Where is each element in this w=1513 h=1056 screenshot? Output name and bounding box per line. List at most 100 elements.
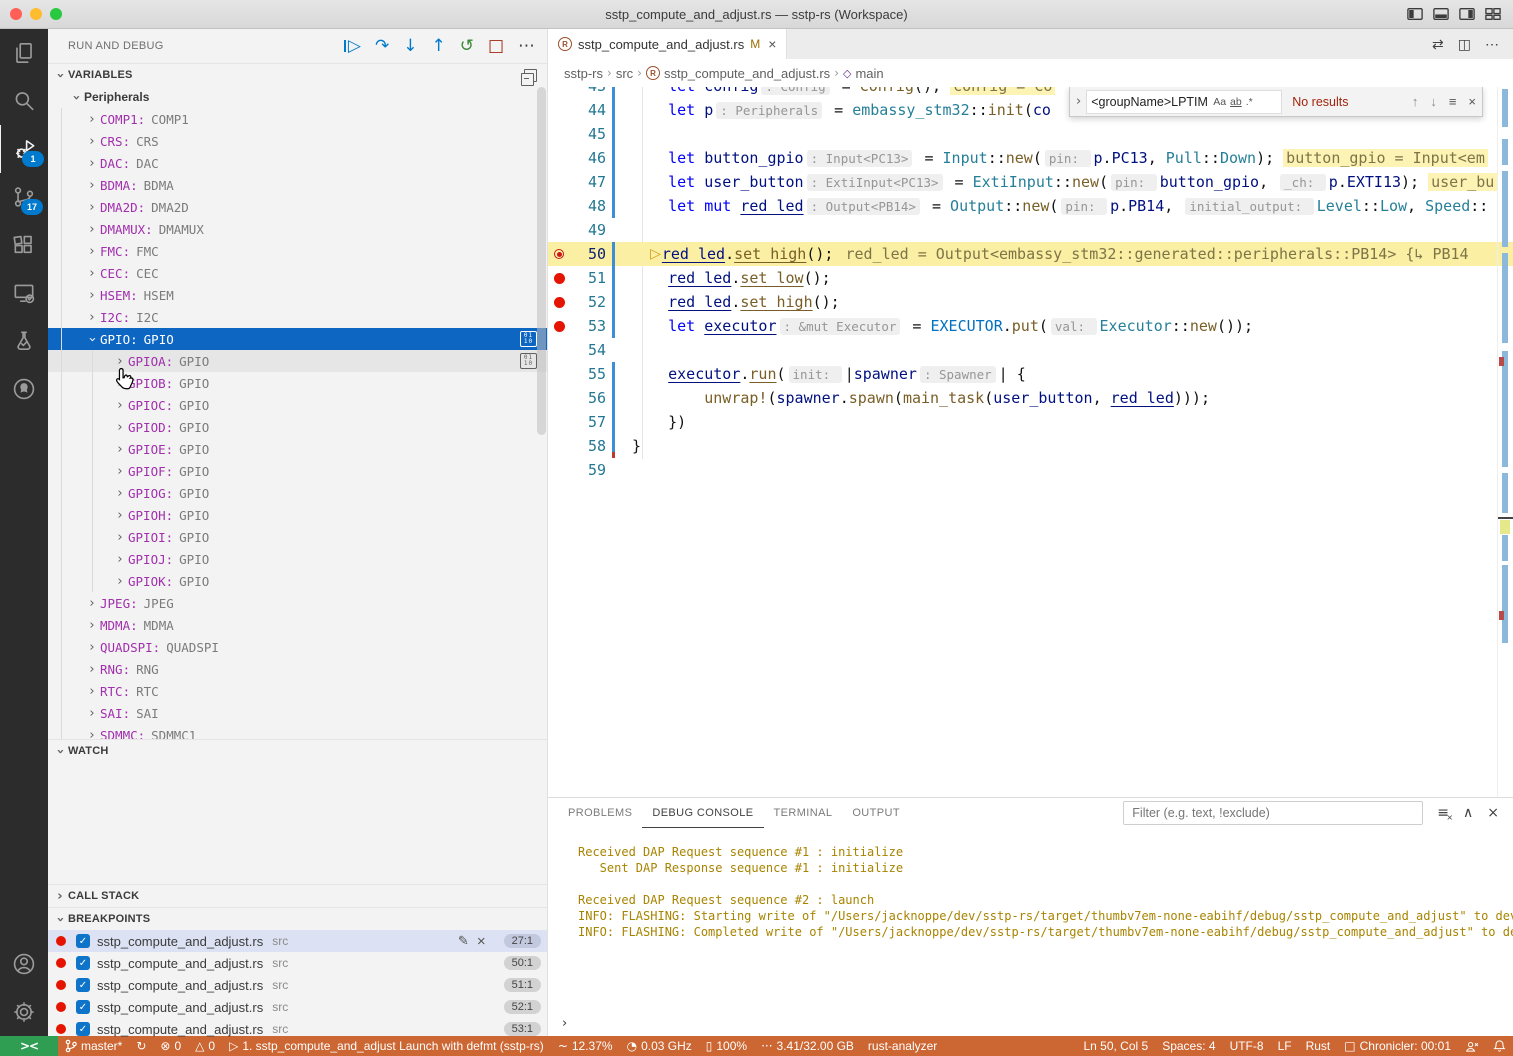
console-filter-input[interactable]: [1123, 801, 1423, 825]
remote-explorer-button[interactable]: [0, 269, 48, 317]
status-item-rust-analyzer-status[interactable]: rust-analyzer: [861, 1036, 944, 1056]
breakpoint-row[interactable]: ✓sstp_compute_and_adjust.rssrc53:1: [48, 1018, 547, 1040]
close-panel-icon[interactable]: ×: [1487, 805, 1499, 821]
code-line[interactable]: 51 red_led.set_low();: [548, 266, 1513, 290]
stop-icon[interactable]: □: [488, 38, 504, 55]
watch-section-header[interactable]: › WATCH: [48, 739, 547, 762]
variable-row[interactable]: ›QUADSPI:QUADSPI: [48, 636, 547, 658]
testing-button[interactable]: [0, 317, 48, 365]
variable-row[interactable]: ›GPIOG:GPIO: [48, 482, 547, 504]
breakpoint-checkbox[interactable]: ✓: [76, 1000, 90, 1014]
explorer-button[interactable]: [0, 29, 48, 77]
more-actions-icon[interactable]: ⋯: [518, 38, 535, 55]
collapse-all-icon[interactable]: [524, 69, 537, 82]
open-changes-icon[interactable]: ⇄: [1432, 36, 1444, 53]
panel-tab-output[interactable]: OUTPUT: [842, 799, 910, 828]
close-tab-icon[interactable]: ×: [768, 36, 776, 52]
toggle-secondary-sidebar-icon[interactable]: [1459, 7, 1475, 21]
code-line[interactable]: 56 unwrap!(spawner.spawn(main_task(user_…: [548, 386, 1513, 410]
variable-row[interactable]: ›GPIO:GPIO01 10: [48, 328, 547, 350]
maximize-panel-icon[interactable]: ∧: [1463, 805, 1473, 821]
github-button[interactable]: [0, 365, 48, 413]
sidebar-scrollbar[interactable]: [537, 87, 546, 435]
code-line[interactable]: 54: [548, 338, 1513, 362]
panel-tab-terminal[interactable]: TERMINAL: [764, 799, 843, 828]
panel-tab-problems[interactable]: PROBLEMS: [558, 799, 642, 828]
call-stack-section-header[interactable]: › CALL STACK: [48, 884, 547, 907]
variable-row[interactable]: ›GPIOD:GPIO: [48, 416, 547, 438]
status-item-battery[interactable]: ▯100%: [699, 1036, 754, 1056]
breakpoint-row[interactable]: ✓sstp_compute_and_adjust.rssrc52:1: [48, 996, 547, 1018]
status-item-indentation[interactable]: Spaces: 4: [1155, 1036, 1222, 1056]
more-actions-icon[interactable]: ⋯: [1485, 36, 1499, 53]
variable-row[interactable]: ›GPIOC:GPIO: [48, 394, 547, 416]
status-item-feedback[interactable]: [1458, 1036, 1486, 1056]
remove-breakpoint-icon[interactable]: ×: [477, 933, 486, 950]
status-item-eol[interactable]: LF: [1271, 1036, 1299, 1056]
variable-row[interactable]: ›COMP1:COMP1: [48, 108, 547, 130]
variable-row[interactable]: ›CRS:CRS: [48, 130, 547, 152]
variable-row[interactable]: ›GPIOA:GPIO01 10: [48, 350, 547, 372]
breadcrumb-item[interactable]: Rsstp_compute_and_adjust.rs: [646, 66, 830, 81]
variable-row[interactable]: ›GPIOK:GPIO: [48, 570, 547, 592]
status-item-cursor-position[interactable]: Ln 50, Col 5: [1076, 1036, 1155, 1056]
variable-row[interactable]: ›SDMMC:SDMMC1: [48, 724, 547, 739]
variable-row[interactable]: ›GPIOJ:GPIO: [48, 548, 547, 570]
code-line[interactable]: 53 let executor: &mut Executor = EXECUTO…: [548, 314, 1513, 338]
variable-row[interactable]: ›MDMA:MDMA: [48, 614, 547, 636]
binary-view-icon[interactable]: 01 10: [520, 353, 537, 369]
run-and-debug-button[interactable]: 1: [0, 125, 49, 173]
status-item-notifications[interactable]: [1486, 1036, 1513, 1056]
breakpoint-checkbox[interactable]: ✓: [76, 978, 90, 992]
variable-row[interactable]: ›GPIOB:GPIO: [48, 372, 547, 394]
regex-icon[interactable]: .*: [1246, 96, 1253, 108]
status-item-encoding[interactable]: UTF-8: [1223, 1036, 1271, 1056]
close-find-icon[interactable]: ×: [1468, 94, 1476, 109]
step-out-icon[interactable]: ↑: [431, 38, 445, 55]
debug-console-input[interactable]: ›: [548, 1010, 1513, 1036]
variable-row[interactable]: ›FMC:FMC: [48, 240, 547, 262]
breadcrumb-item[interactable]: sstp-rs: [564, 66, 603, 81]
step-over-icon[interactable]: ↷: [375, 38, 389, 55]
code-line[interactable]: 45: [548, 122, 1513, 146]
whole-word-icon[interactable]: ab: [1230, 96, 1242, 108]
code-line[interactable]: 48 let mut red_led: Output<PB14> = Outpu…: [548, 194, 1513, 218]
find-in-selection-icon[interactable]: ≡: [1449, 94, 1457, 109]
breakpoint-checkbox[interactable]: ✓: [76, 1022, 90, 1036]
code-line[interactable]: 50 ▷red_led.set_high(); red_led = Output…: [548, 242, 1513, 266]
status-item-cpu-usage[interactable]: ~12.37%: [551, 1036, 620, 1056]
overview-ruler[interactable]: [1497, 87, 1513, 797]
find-next-icon[interactable]: ↓: [1430, 94, 1437, 109]
panel-tab-debug-console[interactable]: DEBUG CONSOLE: [642, 799, 763, 828]
status-item-chronicler[interactable]: □Chronicler: 00:01: [1337, 1036, 1458, 1056]
breakpoint-row[interactable]: ✓sstp_compute_and_adjust.rssrc✎×27:1: [48, 930, 547, 952]
split-editor-icon[interactable]: ◫: [1458, 36, 1471, 53]
breakpoint-gutter[interactable]: [548, 273, 570, 284]
find-previous-icon[interactable]: ↑: [1412, 94, 1419, 109]
variables-section-header[interactable]: › VARIABLES: [48, 63, 547, 86]
code-line[interactable]: 46 let button_gpio: Input<PC13> = Input:…: [548, 146, 1513, 170]
variable-row[interactable]: ›GPIOE:GPIO: [48, 438, 547, 460]
variable-row[interactable]: ›HSEM:HSEM: [48, 284, 547, 306]
restart-icon[interactable]: ↺: [460, 38, 474, 55]
status-item-memory[interactable]: ···3.41/32.00 GB: [754, 1036, 861, 1056]
variable-row[interactable]: ›DMAMUX:DMAMUX: [48, 218, 547, 240]
breakpoint-checkbox[interactable]: ✓: [76, 934, 90, 948]
toggle-primary-sidebar-icon[interactable]: [1407, 7, 1423, 21]
breakpoint-gutter[interactable]: [548, 321, 570, 332]
breakpoint-row[interactable]: ✓sstp_compute_and_adjust.rssrc50:1: [48, 952, 547, 974]
code-editor[interactable]: › Aa ab .* No results ↑↓≡× 43 let config…: [548, 87, 1513, 797]
breadcrumb-item[interactable]: ◇main: [843, 66, 884, 81]
match-case-icon[interactable]: Aa: [1213, 96, 1226, 108]
continue-icon[interactable]: ▷: [348, 38, 361, 55]
code-line[interactable]: 58}: [548, 434, 1513, 458]
clear-console-icon[interactable]: ≡: [1437, 805, 1449, 821]
code-line[interactable]: 49: [548, 218, 1513, 242]
variable-row[interactable]: ›SAI:SAI: [48, 702, 547, 724]
variables-root-row[interactable]: ›Peripherals: [48, 86, 547, 108]
breakpoint-checkbox[interactable]: ✓: [76, 956, 90, 970]
status-item-language-mode[interactable]: Rust: [1299, 1036, 1338, 1056]
find-input[interactable]: [1091, 95, 1209, 109]
variable-row[interactable]: ›GPIOI:GPIO: [48, 526, 547, 548]
extensions-button[interactable]: [0, 221, 48, 269]
